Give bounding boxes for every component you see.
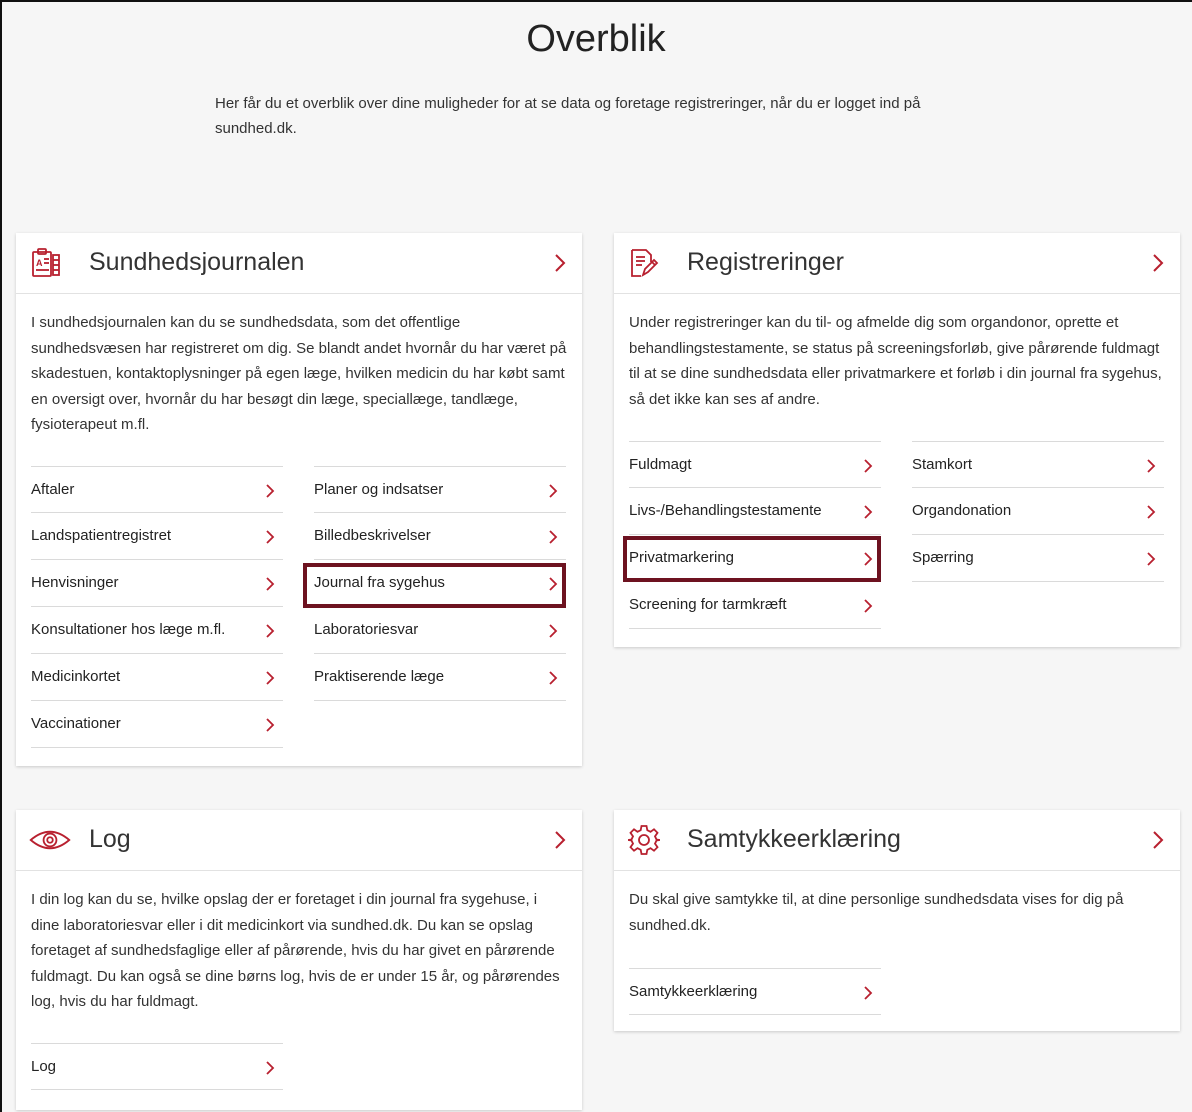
chevron-right-icon <box>266 577 275 591</box>
card-title-log: Log <box>89 825 131 853</box>
card-description-sundhedsjournalen: I sundhedsjournalen kan du se sundhedsda… <box>31 314 567 433</box>
link-medicinkortet[interactable]: Medicinkortet <box>31 654 283 701</box>
edit-document-icon <box>631 249 659 278</box>
gear-icon <box>628 825 660 855</box>
page-title: Overblik <box>526 18 666 60</box>
link-label: Planer og indsatser <box>314 481 444 498</box>
link-label: Organdonation <box>912 502 1012 519</box>
card-registreringer: Registreringer Under registreringer kan … <box>614 233 1180 647</box>
chevron-right-icon <box>549 484 558 498</box>
chevron-right-icon <box>549 530 558 544</box>
page-intro: Her får du et overblik over dine mulighe… <box>215 95 921 137</box>
card-header-samtykke[interactable]: Samtykkeerklæring <box>614 810 1180 871</box>
link-log[interactable]: Log <box>31 1043 283 1090</box>
link-fuldmagt[interactable]: Fuldmagt <box>629 441 881 488</box>
link-spaerring[interactable]: Spærring <box>912 535 1164 582</box>
highlight-privatmarkering <box>623 536 881 582</box>
link-planer[interactable]: Planer og indsatser <box>314 466 566 513</box>
card-title-samtykke: Samtykkeerklæring <box>687 825 901 853</box>
chevron-right-icon <box>549 624 558 638</box>
link-label: Stamkort <box>912 456 973 473</box>
chevron-right-icon <box>864 986 873 1000</box>
chevron-right-icon <box>1147 459 1156 473</box>
chevron-right-icon <box>864 459 873 473</box>
link-label: Billedbeskrivelser <box>314 527 431 544</box>
link-label: Landspatientregistret <box>31 527 172 544</box>
card-header-registreringer[interactable]: Registreringer <box>614 233 1180 294</box>
chevron-right-icon[interactable] <box>554 253 566 273</box>
chevron-right-icon <box>266 1061 275 1075</box>
chevron-right-icon <box>266 624 275 638</box>
link-aftaler[interactable]: Aftaler <box>31 466 283 513</box>
link-konsultationer[interactable]: Konsultationer hos læge m.fl. <box>31 607 283 654</box>
card-title-registreringer: Registreringer <box>687 248 845 276</box>
link-vaccinationer[interactable]: Vaccinationer <box>31 701 283 748</box>
svg-text:A: A <box>36 258 43 268</box>
chevron-right-icon <box>864 599 873 613</box>
card-description-samtykke: Du skal give samtykke til, at dine perso… <box>629 891 1124 934</box>
link-label: Aftaler <box>31 481 75 498</box>
link-praktiserende-laege[interactable]: Praktiserende læge <box>314 654 566 701</box>
link-label: Konsultationer hos læge m.fl. <box>31 621 226 638</box>
link-label: Medicinkortet <box>31 668 121 685</box>
link-livstestamente[interactable]: Livs-/Behandlingstestamente <box>629 488 881 535</box>
chevron-right-icon <box>266 530 275 544</box>
link-laboratoriesvar[interactable]: Laboratoriesvar <box>314 607 566 654</box>
link-samtykkeerklaering[interactable]: Samtykkeerklæring <box>629 968 881 1015</box>
link-landspatientregistret[interactable]: Landspatientregistret <box>31 513 283 560</box>
card-header-sundhedsjournalen[interactable]: A Sundhedsjournalen <box>16 233 582 294</box>
link-label: Vaccinationer <box>31 715 121 732</box>
link-label: Log <box>31 1058 57 1075</box>
chevron-right-icon <box>266 718 275 732</box>
link-label: Samtykkeerklæring <box>629 983 758 1000</box>
link-label: Screening for tarmkræft <box>629 596 787 613</box>
chevron-right-icon <box>1147 552 1156 566</box>
journal-icon: A <box>32 248 60 277</box>
card-description-log: I din log kan du se, hvilke opslag der e… <box>31 891 560 1010</box>
chevron-right-icon <box>266 671 275 685</box>
eye-icon <box>29 830 71 850</box>
chevron-right-icon <box>864 505 873 519</box>
chevron-right-icon <box>549 671 558 685</box>
link-label: Fuldmagt <box>629 456 692 473</box>
card-sundhedsjournalen: A Sundhedsjournalen I sundhedsjournalen … <box>16 233 582 766</box>
chevron-right-icon <box>1147 505 1156 519</box>
card-description-registreringer: Under registreringer kan du til- og afme… <box>629 314 1162 408</box>
highlight-journal-fra-sygehus <box>303 563 566 608</box>
link-label: Laboratoriesvar <box>314 621 419 638</box>
card-log: Log I din log kan du se, hvilke opslag d… <box>16 810 582 1110</box>
link-label: Henvisninger <box>31 574 119 591</box>
link-label: Spærring <box>912 549 974 566</box>
card-samtykke: Samtykkeerklæring Du skal give samtykke … <box>614 810 1180 1031</box>
chevron-right-icon <box>266 484 275 498</box>
chevron-right-icon[interactable] <box>1152 253 1164 273</box>
card-title-sundhedsjournalen: Sundhedsjournalen <box>89 248 305 276</box>
link-screening[interactable]: Screening for tarmkræft <box>629 582 881 629</box>
link-organdonation[interactable]: Organdonation <box>912 488 1164 535</box>
chevron-right-icon[interactable] <box>1152 830 1164 850</box>
link-label: Livs-/Behandlingstestamente <box>629 502 822 519</box>
link-stamkort[interactable]: Stamkort <box>912 441 1164 488</box>
card-header-log[interactable]: Log <box>16 810 582 871</box>
link-billedbeskrivelser[interactable]: Billedbeskrivelser <box>314 513 566 560</box>
link-label: Praktiserende læge <box>314 668 445 685</box>
chevron-right-icon[interactable] <box>554 830 566 850</box>
link-henvisninger[interactable]: Henvisninger <box>31 560 283 607</box>
